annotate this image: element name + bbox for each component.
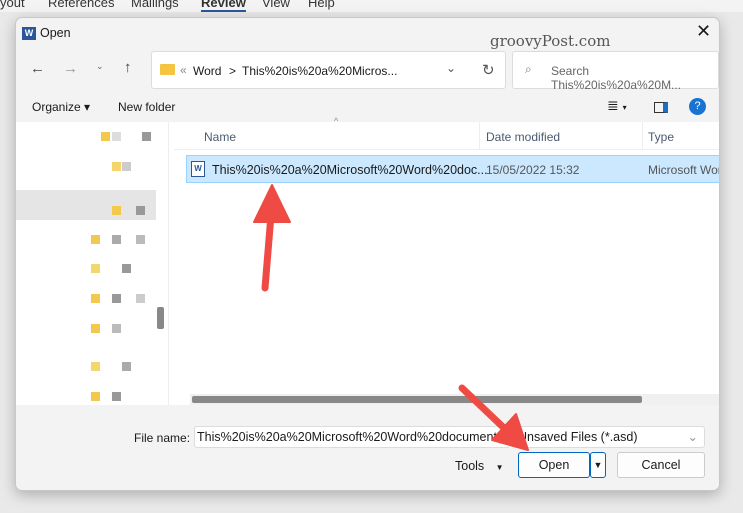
arrow-to-open <box>458 384 508 432</box>
arrow-to-file <box>261 211 275 292</box>
annotation-arrows <box>253 184 529 451</box>
